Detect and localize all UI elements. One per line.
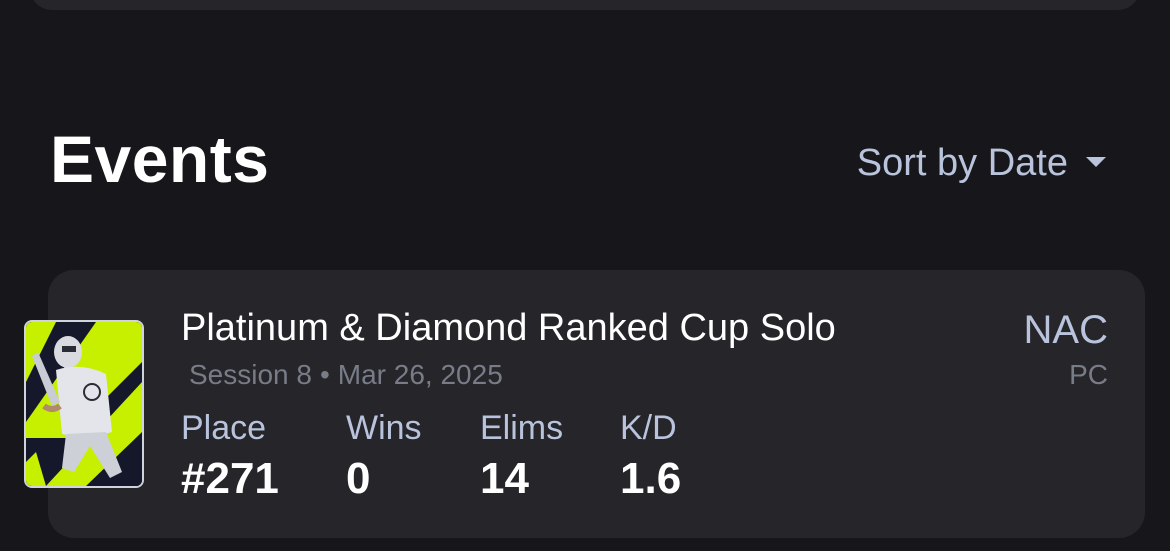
stat-place: Place #271	[181, 409, 279, 504]
sort-dropdown[interactable]: Sort by Date	[857, 144, 1106, 182]
stat-label: K/D	[620, 409, 677, 447]
stat-value: 0	[346, 454, 371, 504]
stat-elims: Elims 14	[480, 409, 564, 504]
stat-value: 1.6	[620, 454, 682, 504]
previous-card	[30, 0, 1140, 10]
event-platform: PC	[1069, 359, 1108, 390]
stat-label: Wins	[346, 409, 422, 447]
stat-label: Elims	[480, 409, 564, 447]
skin-thumbnail-icon	[24, 320, 144, 488]
section-title: Events	[50, 122, 270, 196]
stat-kd: K/D 1.6	[620, 409, 682, 504]
event-region: NAC	[1023, 308, 1108, 352]
event-name: Platinum & Diamond Ranked Cup Solo	[181, 307, 836, 349]
sort-label: Sort by Date	[856, 142, 1068, 184]
event-date: Mar 26, 2025	[337, 359, 503, 390]
stat-label: Place	[181, 409, 267, 447]
stat-value: 14	[480, 454, 529, 504]
event-session: Session 8	[189, 359, 312, 390]
meta-separator: •	[319, 359, 330, 390]
stat-wins: Wins 0	[346, 409, 422, 504]
chevron-down-icon	[1086, 157, 1106, 169]
stat-value: #271	[181, 454, 279, 504]
event-meta: Session 8 • Mar 26, 2025	[189, 359, 503, 391]
